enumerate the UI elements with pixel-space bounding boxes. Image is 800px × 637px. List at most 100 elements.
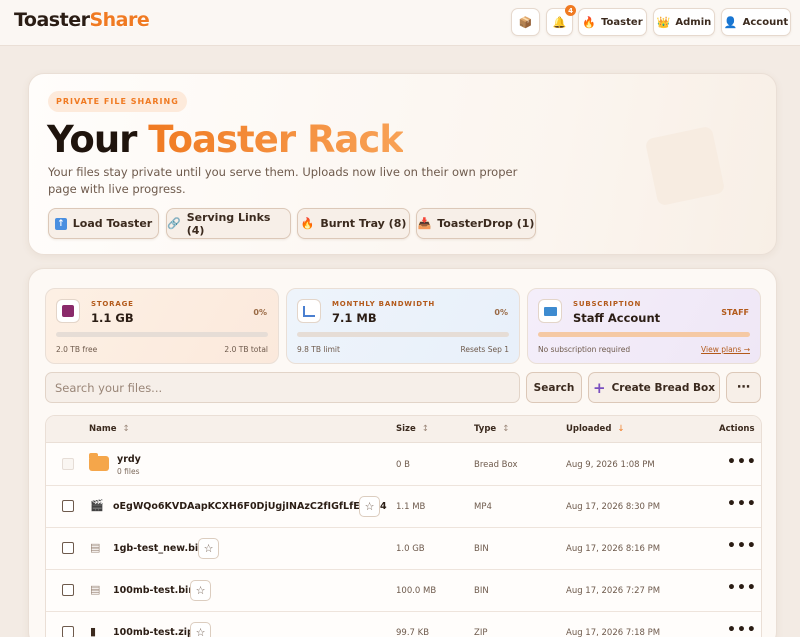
storage-value: 1.1 GB bbox=[91, 311, 134, 325]
files-panel: STORAGE 1.1 GB 0% 2.0 TB free 2.0 TB tot… bbox=[28, 268, 777, 637]
decorative-cube bbox=[644, 125, 726, 207]
file-name[interactable]: oEgWQo6KVDAapKCXH6F0DjUgjINAzC2fIGfLfE.m… bbox=[113, 501, 387, 512]
file-uploaded: Aug 17, 2026 8:16 PM bbox=[566, 544, 661, 554]
table-row[interactable]: ▮ 100mb-test.zip ☆ 99.7 KB ZIP Aug 17, 2… bbox=[46, 612, 761, 637]
bandwidth-reset: Resets Sep 1 bbox=[460, 345, 509, 354]
notifications-button[interactable]: 🔔 4 bbox=[546, 5, 576, 36]
view-plans-link[interactable]: View plans → bbox=[701, 345, 750, 354]
file-icon: ▤ bbox=[90, 583, 101, 596]
row-actions-button[interactable]: ••• bbox=[727, 496, 757, 512]
admin-nav-button[interactable]: 👑 Admin bbox=[653, 8, 715, 36]
account-nav-label: Account bbox=[742, 16, 789, 28]
products-button[interactable]: 📦 bbox=[511, 8, 540, 36]
row-actions-button[interactable]: ••• bbox=[727, 454, 757, 470]
row-checkbox[interactable] bbox=[62, 458, 74, 470]
upload-icon: ↑ bbox=[54, 217, 67, 230]
row-actions-button[interactable]: ••• bbox=[727, 580, 757, 596]
star-icon[interactable]: ☆ bbox=[198, 538, 219, 559]
storage-total: 2.0 TB total bbox=[224, 345, 268, 354]
file-uploaded: Aug 17, 2026 7:18 PM bbox=[566, 628, 661, 637]
file-uploaded: Aug 17, 2026 7:27 PM bbox=[566, 586, 661, 596]
admin-nav-label: Admin bbox=[675, 16, 712, 28]
sort-icon: ↕ bbox=[122, 424, 130, 434]
file-name[interactable]: 1gb-test_new.bin bbox=[113, 543, 205, 554]
storage-icon bbox=[56, 299, 80, 323]
bandwidth-value: 7.1 MB bbox=[332, 311, 377, 325]
storage-card: STORAGE 1.1 GB 0% 2.0 TB free 2.0 TB tot… bbox=[45, 288, 279, 364]
row-checkbox[interactable] bbox=[62, 542, 74, 554]
more-options-button[interactable]: ⋯ bbox=[726, 372, 761, 403]
row-actions-button[interactable]: ••• bbox=[727, 622, 757, 637]
table-header: Name ↕ Size ↕ Type ↕ Uploaded ↓ Actions bbox=[46, 416, 761, 443]
sort-icon: ↕ bbox=[421, 424, 429, 434]
folder-icon bbox=[89, 453, 109, 471]
hero-pill: PRIVATE FILE SHARING bbox=[48, 91, 187, 112]
more-icon: ⋯ bbox=[737, 380, 750, 395]
file-icon: ▤ bbox=[90, 541, 101, 554]
burnt-tray-button[interactable]: 🔥 Burnt Tray (8) bbox=[297, 208, 410, 239]
file-size: 100.0 MB bbox=[396, 586, 437, 596]
star-icon[interactable]: ☆ bbox=[190, 580, 211, 601]
toaster-nav-button[interactable]: 🔥 Toaster bbox=[578, 8, 647, 36]
top-bar: ToasterShare 📦 🔔 4 🔥 Toaster 👑 Admin 👤 A… bbox=[0, 0, 800, 46]
subscription-value: Staff Account bbox=[573, 311, 661, 325]
file-count: 0 files bbox=[117, 467, 140, 476]
actions-column-header: Actions bbox=[719, 424, 755, 434]
file-type: ZIP bbox=[474, 628, 488, 637]
account-nav-button[interactable]: 👤 Account bbox=[721, 8, 791, 36]
bell-icon: 🔔 bbox=[552, 15, 567, 29]
table-row[interactable]: ▤ 1gb-test_new.bin ☆ 1.0 GB BIN Aug 17, … bbox=[46, 528, 761, 570]
row-checkbox[interactable] bbox=[62, 626, 74, 637]
bandwidth-limit: 9.8 TB limit bbox=[297, 345, 340, 354]
download-icon: 📥 bbox=[417, 217, 432, 230]
table-row[interactable]: yrdy 0 files 0 B Bread Box Aug 9, 2026 1… bbox=[46, 444, 761, 486]
toaster-nav-label: Toaster bbox=[601, 16, 643, 28]
crown-icon: 👑 bbox=[656, 15, 671, 29]
size-column-header[interactable]: Size ↕ bbox=[396, 424, 429, 434]
file-uploaded: Aug 17, 2026 8:30 PM bbox=[566, 502, 661, 512]
link-icon: 🔗 bbox=[167, 217, 181, 230]
file-type: BIN bbox=[474, 544, 489, 554]
table-row[interactable]: 🎬 oEgWQo6KVDAapKCXH6F0DjUgjINAzC2fIGfLfE… bbox=[46, 486, 761, 528]
star-icon[interactable]: ☆ bbox=[190, 622, 211, 637]
video-file-icon: 🎬 bbox=[90, 499, 104, 512]
load-toaster-button[interactable]: ↑ Load Toaster bbox=[48, 208, 159, 239]
subscription-progress bbox=[538, 332, 750, 337]
file-size: 0 B bbox=[396, 460, 410, 470]
subscription-note: No subscription required bbox=[538, 345, 631, 354]
app-logo[interactable]: ToasterShare bbox=[14, 9, 150, 31]
credit-card-icon bbox=[538, 299, 562, 323]
name-column-header[interactable]: Name ↕ bbox=[89, 424, 130, 434]
row-actions-button[interactable]: ••• bbox=[727, 538, 757, 554]
flame-icon: 🔥 bbox=[300, 217, 315, 230]
bandwidth-percent: 0% bbox=[494, 308, 508, 317]
files-table: Name ↕ Size ↕ Type ↕ Uploaded ↓ Actions yrdy… bbox=[45, 415, 762, 637]
create-bread-box-button[interactable]: + Create Bread Box bbox=[588, 372, 720, 403]
file-type: Bread Box bbox=[474, 460, 518, 470]
file-name[interactable]: 100mb-test.bin bbox=[113, 585, 195, 596]
search-input[interactable] bbox=[45, 372, 520, 403]
star-icon[interactable]: ☆ bbox=[359, 496, 380, 517]
box-icon: 📦 bbox=[518, 15, 533, 29]
file-name[interactable]: yrdy bbox=[117, 454, 141, 465]
type-column-header[interactable]: Type ↕ bbox=[474, 424, 509, 434]
storage-label: STORAGE bbox=[91, 300, 134, 308]
storage-progress bbox=[56, 332, 268, 337]
serving-links-button[interactable]: 🔗 Serving Links (4) bbox=[166, 208, 291, 239]
hero-card: PRIVATE FILE SHARING Your Toaster Rack Y… bbox=[28, 73, 777, 255]
storage-free: 2.0 TB free bbox=[56, 345, 98, 354]
bandwidth-label: MONTHLY BANDWIDTH bbox=[332, 300, 436, 308]
sort-desc-icon: ↓ bbox=[617, 424, 625, 434]
subscription-label: SUBSCRIPTION bbox=[573, 300, 642, 308]
subscription-card: SUBSCRIPTION Staff Account STAFF No subs… bbox=[527, 288, 761, 364]
row-checkbox[interactable] bbox=[62, 500, 74, 512]
bandwidth-progress bbox=[297, 332, 509, 337]
toasterdrop-button[interactable]: 📥 ToasterDrop (1) bbox=[416, 208, 536, 239]
bar-chart-icon bbox=[297, 299, 321, 323]
row-checkbox[interactable] bbox=[62, 584, 74, 596]
hero-subtitle: Your files stay private until you serve … bbox=[48, 165, 518, 196]
table-row[interactable]: ▤ 100mb-test.bin ☆ 100.0 MB BIN Aug 17, … bbox=[46, 570, 761, 612]
search-button[interactable]: Search bbox=[526, 372, 582, 403]
uploaded-column-header[interactable]: Uploaded ↓ bbox=[566, 424, 625, 434]
file-name[interactable]: 100mb-test.zip bbox=[113, 627, 194, 637]
